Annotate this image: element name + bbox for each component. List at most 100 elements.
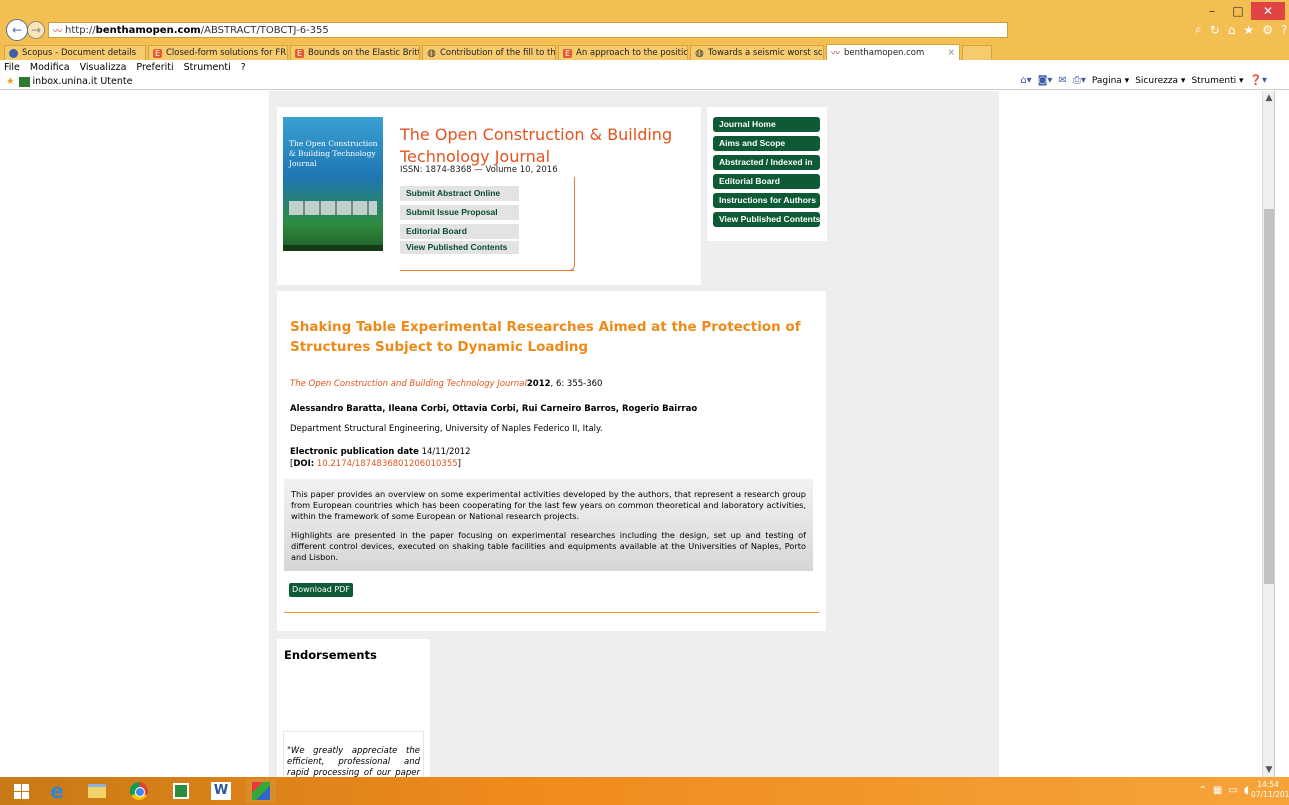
doi-link[interactable]: 10.2174/1874836801206010355	[317, 459, 458, 469]
feeds-icon[interactable]: ◙▾	[1038, 75, 1053, 86]
issn: ISSN: 1874-8368 — Volume 10, 2016	[400, 165, 558, 175]
tray-expand-icon[interactable]: ⌃	[1198, 785, 1206, 796]
home-icon[interactable]: ⌂▾	[1020, 75, 1031, 86]
vertical-scrollbar[interactable]: ▲ ▼	[1262, 91, 1274, 777]
menu-modifica[interactable]: Modifica	[30, 62, 70, 73]
favorite-inbox-link[interactable]: inbox.unina.it Utente	[33, 76, 133, 87]
abstract: This paper provides an overview on some …	[284, 479, 813, 571]
menu-preferiti[interactable]: Preferiti	[136, 62, 173, 73]
nav-view-published-contents[interactable]: View Published Contents	[713, 212, 820, 227]
favorite-user: Utente	[100, 76, 133, 87]
photo-app-icon[interactable]	[246, 779, 276, 803]
clock[interactable]: 14:54 07/11/2016	[1251, 780, 1289, 800]
tab-label: Closed-form solutions for FRP ...	[166, 48, 287, 58]
tab-bar: Scopus - Document details E Closed-form …	[0, 44, 1289, 60]
command-tools[interactable]: Strumenti ▾	[1191, 76, 1243, 86]
favorites-star-icon[interactable]: ★	[1243, 23, 1254, 37]
scroll-thumb[interactable]	[1264, 209, 1274, 584]
journal-cover[interactable]: The Open Construction & Building Technol…	[283, 117, 383, 251]
forward-button[interactable]: →	[27, 21, 45, 39]
site-favicon-icon: 〰	[53, 26, 63, 37]
submit-abstract-button[interactable]: Submit Abstract Online	[400, 186, 519, 201]
tab-close-icon[interactable]: ×	[941, 48, 955, 58]
cover-title: The Open Construction & Building Technol…	[289, 139, 378, 168]
menu-bar: File Modifica Visualizza Preferiti Strum…	[0, 60, 1289, 74]
mail-icon[interactable]: ✉	[1058, 75, 1066, 86]
citation: The Open Construction and Building Techn…	[290, 379, 602, 389]
network-icon[interactable]: ▦	[1213, 785, 1222, 796]
system-tray: ⌃ ▦ ▭ ◖	[1198, 785, 1249, 796]
citation-pages: , 6: 355-360	[550, 379, 603, 389]
internet-explorer-icon[interactable]: e	[42, 779, 72, 803]
download-pdf-button[interactable]: Download PDF	[289, 583, 353, 597]
tab-contribution[interactable]: ◍ Contribution of the fill to the s...	[422, 45, 556, 60]
nav-aims-scope[interactable]: Aims and Scope	[713, 136, 820, 151]
back-button[interactable]: ←	[6, 19, 28, 41]
article-panel: Shaking Table Experimental Researches Ai…	[277, 291, 826, 631]
scopus-icon	[9, 48, 18, 58]
file-explorer-icon[interactable]	[82, 779, 112, 803]
tab-towards[interactable]: ◍ Towards a seismic worst scena...	[690, 45, 824, 60]
journal-title-line1: The Open Construction & Building	[400, 125, 673, 144]
word-icon[interactable]: W	[206, 779, 236, 803]
tab-benthamopen[interactable]: 〰 benthamopen.com ×	[826, 44, 960, 60]
menu-help[interactable]: ?	[241, 62, 246, 73]
address-bar[interactable]: 〰 http://benthamopen.com/ABSTRACT/TOBCTJ…	[48, 22, 1008, 38]
globe-icon: ◍	[427, 47, 436, 59]
nav-editorial-board[interactable]: Editorial Board	[713, 174, 820, 189]
view-published-contents-link[interactable]: View Published Contents	[400, 241, 519, 254]
nav-instructions-authors[interactable]: Instructions for Authors	[713, 193, 820, 208]
chrome-icon[interactable]	[124, 779, 154, 803]
citation-journal-link[interactable]: The Open Construction and Building Techn…	[290, 379, 527, 389]
url-domain: benthamopen.com	[95, 24, 201, 36]
journal-header: The Open Construction & Building Technol…	[277, 107, 701, 285]
help-icon[interactable]: ?	[1281, 23, 1287, 37]
screen: – □ ✕ ← → 〰 http://benthamopen.com/ABSTR…	[0, 0, 1289, 805]
divider	[284, 612, 819, 613]
menu-file[interactable]: File	[4, 62, 20, 73]
nav-abstracted-indexed[interactable]: Abstracted / Indexed in	[713, 155, 820, 170]
nav-journal-home[interactable]: Journal Home	[713, 117, 820, 132]
command-safety[interactable]: Sicurezza ▾	[1135, 76, 1185, 86]
journal-title: The Open Construction & Building Technol…	[400, 124, 690, 168]
elsevier-icon: E	[295, 48, 304, 58]
tab-scopus[interactable]: Scopus - Document details	[4, 45, 146, 60]
submit-issue-proposal-button[interactable]: Submit Issue Proposal	[400, 205, 519, 220]
volume-icon[interactable]: ◖	[1244, 785, 1249, 796]
command-bar: ⌂▾ ◙▾ ✉ ⎙▾ Pagina ▾ Sicurezza ▾ Strument…	[1020, 75, 1267, 86]
home-icon[interactable]: ⌂	[1228, 23, 1236, 37]
menu-visualizza[interactable]: Visualizza	[80, 62, 127, 73]
decorative-curve	[569, 177, 575, 271]
favorite-site: inbox.unina.it	[32, 76, 98, 87]
new-tab-button[interactable]	[962, 45, 992, 60]
cover-footer	[283, 245, 383, 251]
publication-info: Electronic publication date 14/11/2012 […	[290, 447, 471, 469]
address-tools: ⌕ ↻ ⌂ ★ ⚙ ?	[1195, 22, 1287, 37]
decorative-line	[400, 270, 574, 271]
settings-gear-icon[interactable]: ⚙	[1262, 23, 1273, 37]
battery-icon[interactable]: ▭	[1228, 785, 1237, 796]
store-icon[interactable]	[166, 779, 196, 803]
start-button[interactable]	[6, 779, 36, 803]
menu-strumenti[interactable]: Strumenti	[184, 62, 231, 73]
favorites-star-icon[interactable]: ★	[6, 76, 15, 87]
editorial-board-link[interactable]: Editorial Board	[400, 224, 519, 239]
pub-date-label: Electronic publication date	[290, 447, 419, 457]
taskbar: e W ⌃ ▦ ▭ ◖ 14:54 07/11/2016	[0, 777, 1289, 805]
clock-time: 14:54	[1257, 780, 1279, 789]
citation-year: 2012	[526, 379, 551, 389]
print-icon[interactable]: ⎙▾	[1073, 75, 1086, 86]
command-page[interactable]: Pagina ▾	[1092, 76, 1129, 86]
abstract-paragraph: This paper provides an overview on some …	[291, 489, 806, 521]
journal-nav: Journal Home Aims and Scope Abstracted /…	[707, 107, 827, 241]
help-icon[interactable]: ❓▾	[1250, 75, 1267, 86]
refresh-icon[interactable]: ↻	[1210, 23, 1220, 37]
benthamopen-icon: 〰	[831, 49, 841, 59]
windows-logo-icon	[13, 783, 29, 799]
tab-closed-form[interactable]: E Closed-form solutions for FRP ...	[148, 45, 288, 60]
tab-approach[interactable]: E An approach to the positionin...	[558, 45, 688, 60]
search-icon[interactable]: ⌕	[1195, 22, 1202, 37]
tab-bounds[interactable]: E Bounds on the Elastic Brittle so...	[290, 45, 420, 60]
tab-label: Bounds on the Elastic Brittle so...	[308, 48, 419, 58]
endorsement-quote: "We greatly appreciate the efficient, pr…	[283, 731, 424, 777]
